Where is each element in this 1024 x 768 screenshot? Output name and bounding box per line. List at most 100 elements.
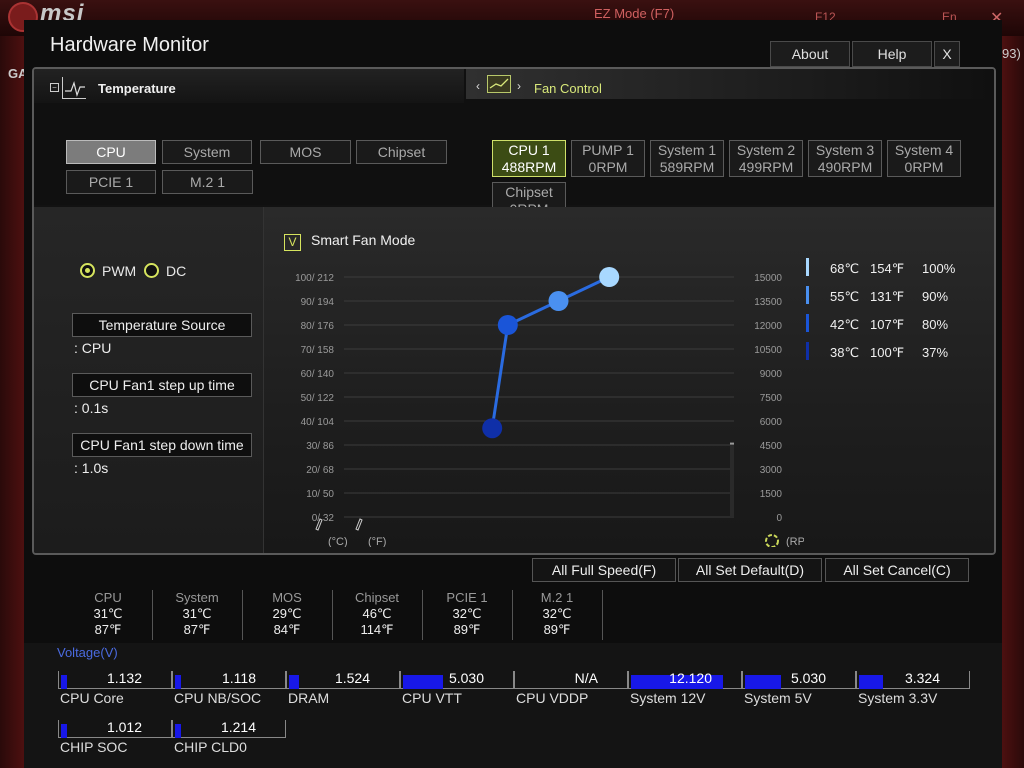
fahrenheit-thermometer-icon [355, 518, 363, 531]
left-tick-label: 100/ 212 [295, 273, 334, 284]
temperature-header-label: Temperature [98, 81, 176, 96]
ez-mode-button[interactable]: EZ Mode (F7) [594, 6, 674, 21]
sensor-button-m2[interactable]: M.2 1 [162, 170, 253, 194]
sensor-button-pcie1[interactable]: PCIE 1 [66, 170, 156, 194]
voltage-name: System 3.3V [858, 690, 938, 706]
all-set-default-button[interactable]: All Set Default(D) [678, 558, 822, 582]
voltage-item-cpu-vtt: 5.030 CPU VTT [400, 667, 514, 711]
fan-icon [765, 534, 779, 547]
dc-radio[interactable] [144, 263, 159, 278]
left-tick-label: 80/ 176 [301, 321, 335, 332]
fan-control-header: ‹ › Fan Control [466, 69, 994, 99]
temp-readout-fahrenheit: 89℉ [543, 622, 571, 637]
temp-readout-fahrenheit: 89℉ [453, 622, 481, 637]
temperature-source-button[interactable]: Temperature Source [72, 313, 252, 337]
fan-name: System 3 [815, 142, 875, 158]
rpm-unit-label: (RPM) [786, 536, 804, 547]
fan-curve-point[interactable] [497, 315, 518, 335]
fan-button-system1[interactable]: System 1 589RPM [650, 140, 724, 177]
temp-readout-celsius: 46℃ [362, 606, 392, 621]
legend-celsius: 38℃ [830, 345, 860, 360]
chevron-left-icon[interactable]: ‹ [476, 79, 480, 93]
right-tick-label: 4500 [760, 441, 783, 452]
all-set-cancel-button[interactable]: All Set Cancel(C) [825, 558, 969, 582]
fan-button-cpu1[interactable]: CPU 1 488RPM [492, 140, 566, 177]
voltage-value: 12.120 [669, 670, 712, 686]
voltage-name: CPU Core [60, 690, 124, 706]
all-full-speed-button[interactable]: All Full Speed(F) [532, 558, 676, 582]
temp-readout-name: System [175, 590, 219, 605]
fan-rpm: 0RPM [904, 159, 944, 175]
temperature-header: − Temperature [34, 69, 464, 103]
temp-readout-celsius: 29℃ [272, 606, 302, 621]
temp-readout-celsius: 32℃ [452, 606, 482, 621]
fan-control-panel: − Temperature ‹ › Fan Control CPU System… [32, 67, 996, 555]
right-tick-label: 9000 [760, 369, 783, 380]
left-tick-label: 70/ 158 [301, 345, 335, 356]
background-right-panel [1002, 36, 1024, 768]
voltage-value: 1.214 [220, 719, 256, 735]
legend-swatch [806, 286, 809, 304]
fan-button-pump1[interactable]: PUMP 1 0RPM [571, 140, 645, 177]
divider [512, 590, 513, 640]
smart-fan-mode-label: Smart Fan Mode [311, 232, 416, 248]
hardware-monitor-dialog: Hardware Monitor About Help X − Temperat… [24, 20, 1002, 768]
dc-label: DC [166, 263, 187, 279]
temp-readout-name: MOS [272, 590, 302, 605]
fan-curve-chart[interactable]: 100/ 212 1500090/ 194 1350080/ 176 1200070/… [264, 247, 804, 547]
left-tick-label: 60/ 140 [301, 369, 335, 380]
fan-control-header-label: Fan Control [534, 81, 602, 96]
voltage-section: Voltage(V) 1.132 CPU Core 1.118 CPU NB/S… [24, 643, 1002, 768]
sensor-button-chipset[interactable]: Chipset [356, 140, 447, 164]
voltage-value: 1.012 [106, 719, 142, 735]
fan-curve-point[interactable] [482, 418, 503, 439]
voltage-value: 1.524 [334, 670, 370, 686]
right-tick-label: 0 [776, 513, 782, 524]
step-up-time-button[interactable]: CPU Fan1 step up time [72, 373, 252, 397]
about-button[interactable]: About [770, 41, 850, 67]
temp-readout-chipset: Chipset 46℃ 114℉ [342, 590, 412, 640]
voltage-item-dram: 1.524 DRAM [286, 667, 400, 711]
pwm-radio[interactable] [80, 263, 95, 278]
temp-readout-name: CPU [94, 590, 122, 605]
step-down-time-button[interactable]: CPU Fan1 step down time [72, 433, 252, 457]
fan-curve-point[interactable] [548, 291, 569, 311]
legend-fahrenheit: 107℉ [870, 317, 905, 332]
sensor-button-mos[interactable]: MOS [260, 140, 351, 164]
fan-curve-point[interactable] [599, 267, 620, 287]
fan-rpm: 490RPM [817, 159, 873, 175]
temp-readout-cpu: CPU 31℃ 87℉ [74, 590, 142, 640]
fan-button-system2[interactable]: System 2 499RPM [729, 140, 803, 177]
temp-readout-pcie1: PCIE 1 32℃ 89℉ [432, 590, 502, 640]
collapse-icon[interactable]: − [50, 83, 59, 92]
step-down-time-value: : 1.0s [74, 460, 109, 476]
divider [152, 590, 153, 640]
voltage-value: N/A [574, 670, 598, 686]
fan-name: System 4 [894, 142, 954, 158]
fan-rpm: 0RPM [588, 159, 628, 175]
voltage-value: 3.324 [904, 670, 940, 686]
help-button[interactable]: Help [852, 41, 932, 67]
voltage-value: 1.132 [106, 670, 142, 686]
fan-rpm: 499RPM [738, 159, 794, 175]
fan-button-system3[interactable]: System 3 490RPM [808, 140, 882, 177]
sensor-button-cpu[interactable]: CPU [66, 140, 156, 164]
divider [422, 590, 423, 640]
right-tick-label: 15000 [754, 273, 782, 284]
close-button[interactable]: X [934, 41, 960, 67]
chevron-right-icon[interactable]: › [517, 79, 521, 93]
fan-rpm: 589RPM [659, 159, 715, 175]
step-up-time-value: : 0.1s [74, 400, 109, 416]
voltage-item-chip-soc: 1.012 CHIP SOC [58, 716, 172, 760]
fan-name: System 1 [657, 142, 717, 158]
sensor-button-system[interactable]: System [162, 140, 252, 164]
legend-percent: 100% [922, 261, 956, 276]
background-text: 93) [1002, 46, 1021, 61]
celsius-unit-label: (°C) [328, 536, 348, 547]
fan-name: PUMP 1 [582, 142, 634, 158]
legend-percent: 90% [922, 289, 949, 304]
legend-fahrenheit: 100℉ [870, 345, 905, 360]
voltage-item-system-3-3v: 3.324 System 3.3V [856, 667, 970, 711]
fan-control-chart-icon [487, 75, 511, 93]
fan-button-system4[interactable]: System 4 0RPM [887, 140, 961, 177]
